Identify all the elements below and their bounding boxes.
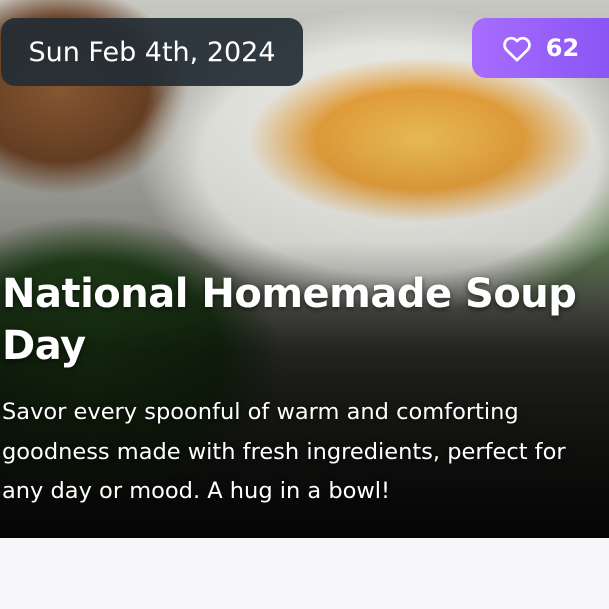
heart-icon <box>502 35 532 62</box>
date-badge: Sun Feb 4th, 2024 <box>1 18 303 86</box>
event-title: National Homemade Soup Day <box>2 271 577 369</box>
event-description: Savor every spoonful of warm and comfort… <box>2 399 566 504</box>
like-button[interactable]: 62 <box>472 18 609 78</box>
like-count: 62 <box>545 34 580 62</box>
date-label: Sun Feb 4th, 2024 <box>28 36 276 68</box>
event-card[interactable]: Sun Feb 4th, 2024 62 National Homemade S… <box>0 0 609 538</box>
